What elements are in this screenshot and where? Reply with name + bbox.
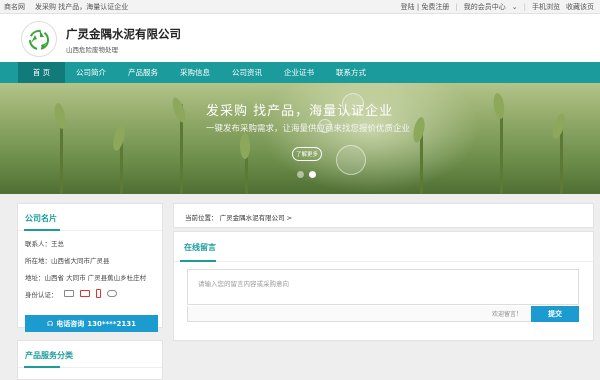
nav-contact[interactable]: 联系方式 — [325, 62, 377, 83]
hero-banner[interactable]: 发采购 找产品，海量认证企业 一键发布采购需求，让海量供应商来找您报价优质企业 … — [0, 83, 600, 194]
welcome-text: 欢迎留言！ — [491, 311, 522, 318]
wheat-ear — [492, 92, 506, 120]
headset-icon: ☊ — [47, 319, 54, 328]
wheat-ear — [169, 96, 189, 124]
breadcrumb: 当前位置： 广灵金隅水泥有限公司 > — [173, 203, 594, 228]
location-label: 所在地： — [25, 256, 51, 265]
site-link[interactable]: 商名网 — [4, 2, 25, 12]
location-row: 所在地： 山西省大同市广灵县 — [25, 251, 162, 268]
message-textarea[interactable]: 请输入您的留言内容或采购意向 — [187, 269, 579, 305]
id-label: 身份认证： — [25, 290, 58, 299]
phone-consult-button[interactable]: ☊ 电话咨询 130****2131 — [25, 315, 158, 332]
nav-products[interactable]: 产品服务 — [117, 62, 169, 83]
address-label: 地址： — [25, 273, 45, 282]
contact-label: 联系人： — [25, 239, 51, 248]
company-logo[interactable] — [21, 21, 57, 57]
bubble — [336, 145, 366, 175]
learn-more-button[interactable]: 了解更多 — [292, 147, 322, 161]
carousel-dot-active[interactable] — [309, 171, 316, 178]
phone-label: 电话咨询 — [56, 319, 85, 328]
banner-title: 发采购 找产品，海量认证企业 — [206, 104, 394, 119]
favorite-link[interactable]: 收藏该页 — [566, 2, 594, 12]
company-card: 公司名片 联系人： 王总 所在地： 山西省大同市广灵县 地址： 山西省 大同市 … — [17, 203, 163, 332]
id-row: 身份认证： — [25, 285, 162, 302]
company-name: 广灵金隅水泥有限公司 — [66, 27, 181, 41]
header: 广灵金隅水泥有限公司 山西危险废物处理 — [0, 14, 600, 62]
id-card-icon — [63, 290, 74, 297]
divider: | — [455, 3, 458, 11]
banner-subtitle: 一键发布采购需求，让海量供应商来找您报价优质企业 — [206, 124, 411, 134]
nav-home[interactable]: 首 页 — [18, 62, 65, 83]
phone-verified-icon — [95, 289, 101, 298]
location-value: 山西省大同市广灵县 — [51, 256, 110, 265]
nav-news[interactable]: 公司资讯 — [221, 62, 273, 83]
wheat-ear — [52, 102, 68, 130]
card-title: 公司名片 — [18, 204, 162, 231]
slogan-text: 发采购 找产品，海量认证企业 — [35, 2, 129, 11]
wheat-ear — [110, 124, 128, 152]
nav-purchase[interactable]: 采购信息 — [169, 62, 221, 83]
member-center-link[interactable]: 我的会员中心 — [464, 2, 506, 12]
contact-row: 联系人： 王总 — [25, 234, 162, 251]
message-title: 在线留言 — [174, 232, 593, 262]
nav-about[interactable]: 公司简介 — [65, 62, 117, 83]
recycle-icon — [29, 29, 49, 50]
category-card: 产品服务分类 — [17, 340, 163, 380]
divider: | — [523, 3, 526, 11]
mobile-link[interactable]: 手机浏览 — [532, 2, 560, 12]
carousel-dot[interactable] — [297, 171, 304, 178]
contact-value: 王总 — [51, 239, 64, 248]
breadcrumb-label: 当前位置： — [185, 214, 218, 222]
wechat-icon — [106, 290, 117, 297]
message-toolbar: 欢迎留言！ — [187, 306, 579, 322]
company-subtitle: 山西危险废物处理 — [66, 46, 118, 54]
wheat-ear — [240, 133, 250, 159]
breadcrumb-path[interactable]: 广灵金隅水泥有限公司 > — [220, 214, 293, 222]
address-row: 地址： 山西省 大同市 广灵县蕉山乡杜庄村 — [25, 268, 162, 285]
message-card: 在线留言 请输入您的留言内容或采购意向 欢迎留言！ 提交 — [173, 231, 594, 341]
address-value: 山西省 大同市 广灵县蕉山乡杜庄村 — [44, 273, 147, 282]
top-bar: 商名网 发采购 找产品，海量认证企业 登陆 | 免费注册 | 我的会员中心 ⌄ … — [0, 0, 600, 14]
nav-certificates[interactable]: 企业证书 — [273, 62, 325, 83]
category-title: 产品服务分类 — [18, 341, 162, 368]
wheat-ear — [550, 112, 568, 140]
phone-value: 130****2131 — [87, 319, 136, 328]
main-nav: 首 页 公司简介 产品服务 采购信息 公司资讯 企业证书 联系方式 — [0, 62, 600, 83]
chevron-down-icon: ⌄ — [511, 3, 518, 11]
submit-button[interactable]: 提交 — [531, 306, 579, 322]
login-register-link[interactable]: 登陆 | 免费注册 — [401, 2, 450, 12]
license-icon — [79, 290, 90, 297]
